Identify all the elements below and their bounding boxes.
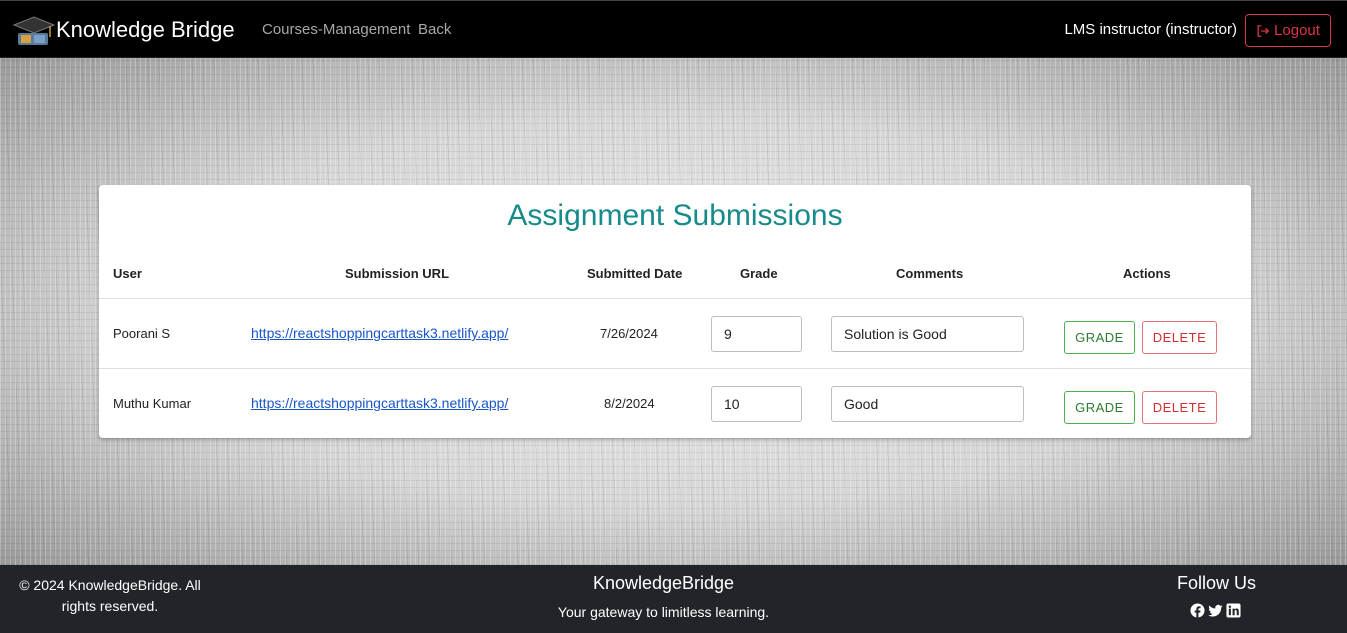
logout-button[interactable]: Logout [1245, 14, 1331, 47]
logout-label: Logout [1274, 22, 1320, 39]
grade-input[interactable]: 10 [711, 386, 802, 422]
submissions-card: Assignment Submissions User Submission U… [99, 185, 1251, 438]
page-title: Assignment Submissions [507, 199, 843, 232]
grade-input[interactable]: 9 [711, 316, 802, 352]
footer: © 2024 KnowledgeBridge. All rights reser… [0, 565, 1347, 633]
follow-us-heading: Follow Us [1176, 573, 1256, 593]
grade-button[interactable]: GRADE [1064, 391, 1135, 424]
brand-name[interactable]: Knowledge Bridge [56, 17, 235, 43]
linkedin-icon[interactable] [1226, 603, 1241, 618]
submitted-date-cell: 8/2/2024 [604, 396, 655, 411]
grade-button[interactable]: GRADE [1064, 321, 1135, 354]
delete-button[interactable]: DELETE [1142, 321, 1217, 354]
social-links [1190, 603, 1241, 618]
logout-icon [1257, 24, 1270, 37]
user-cell: Muthu Kumar [113, 396, 192, 411]
submission-url-link[interactable]: https://reactshoppingcarttask3.netlify.a… [251, 325, 508, 341]
comments-input[interactable]: Good [831, 386, 1024, 422]
row-divider [99, 298, 1251, 299]
column-header-grade: Grade [740, 266, 778, 281]
submission-url-link[interactable]: https://reactshoppingcarttask3.netlify.a… [251, 395, 508, 411]
facebook-icon[interactable] [1190, 603, 1205, 618]
nav-back[interactable]: Back [418, 21, 451, 38]
delete-button[interactable]: DELETE [1142, 391, 1217, 424]
column-header-actions: Actions [1123, 266, 1171, 281]
comments-input[interactable]: Solution is Good [831, 316, 1024, 352]
column-header-user: User [113, 266, 142, 281]
submitted-date-cell: 7/26/2024 [600, 326, 658, 341]
footer-tagline: Your gateway to limitless learning. [557, 604, 770, 620]
navbar: Knowledge Bridge Courses-Management Back… [0, 0, 1347, 58]
column-header-comments: Comments [896, 266, 964, 281]
footer-brand: KnowledgeBridge [592, 573, 735, 593]
graduation-cap-logo-icon[interactable] [12, 15, 56, 49]
row-divider [99, 368, 1251, 369]
user-cell: Poorani S [113, 326, 171, 341]
column-header-submission-url: Submission URL [345, 266, 450, 281]
current-user-label: LMS instructor (instructor) [1064, 21, 1237, 38]
column-header-submitted-date: Submitted Date [587, 266, 683, 281]
nav-courses-management[interactable]: Courses-Management [262, 21, 410, 38]
twitter-icon[interactable] [1208, 603, 1223, 618]
